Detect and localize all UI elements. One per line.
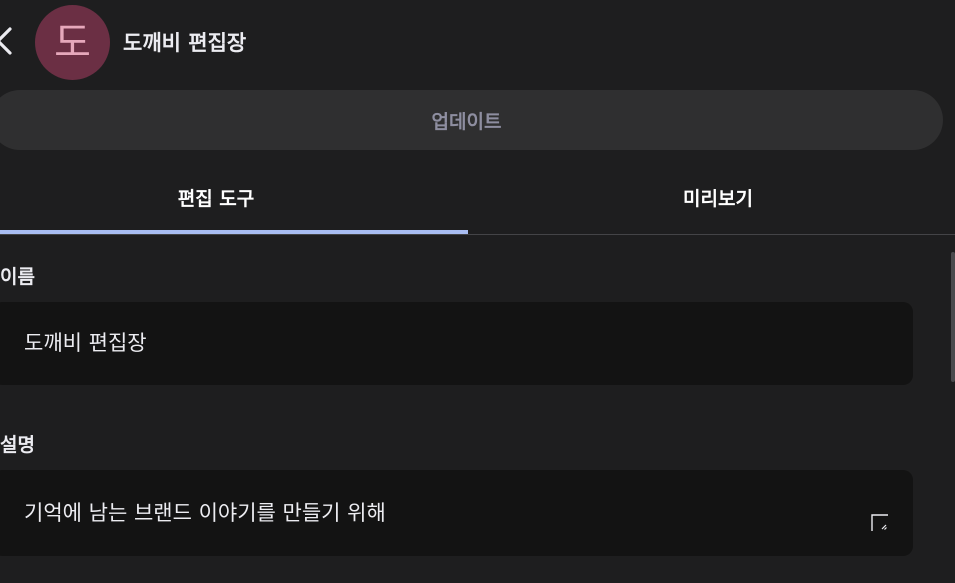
- name-label: 이름: [0, 266, 35, 288]
- resize-handle-icon[interactable]: [871, 514, 889, 532]
- editor-tabs: 편집 도구 미리보기: [0, 160, 955, 235]
- avatar-letter: 도: [54, 19, 91, 66]
- gpt-avatar[interactable]: 도: [35, 5, 110, 80]
- active-tab-indicator: [0, 230, 468, 234]
- description-textarea[interactable]: 기억에 남는 브랜드 이야기를 만들기 위해: [0, 470, 913, 556]
- name-input[interactable]: 도깨비 편집장: [0, 302, 913, 385]
- update-button[interactable]: 업데이트: [0, 90, 943, 150]
- scrollbar-thumb[interactable]: [951, 252, 955, 382]
- tab-preview[interactable]: 미리보기: [484, 160, 952, 234]
- back-chevron-icon[interactable]: [0, 26, 16, 56]
- tab-edit-tools[interactable]: 편집 도구: [0, 160, 450, 234]
- gpt-editor-page: 도 도깨비 편집장 업데이트 편집 도구 미리보기 이름 도깨비 편집장 설명 …: [0, 0, 955, 583]
- description-label: 설명: [0, 434, 35, 456]
- gpt-title: 도깨비 편집장: [123, 31, 247, 55]
